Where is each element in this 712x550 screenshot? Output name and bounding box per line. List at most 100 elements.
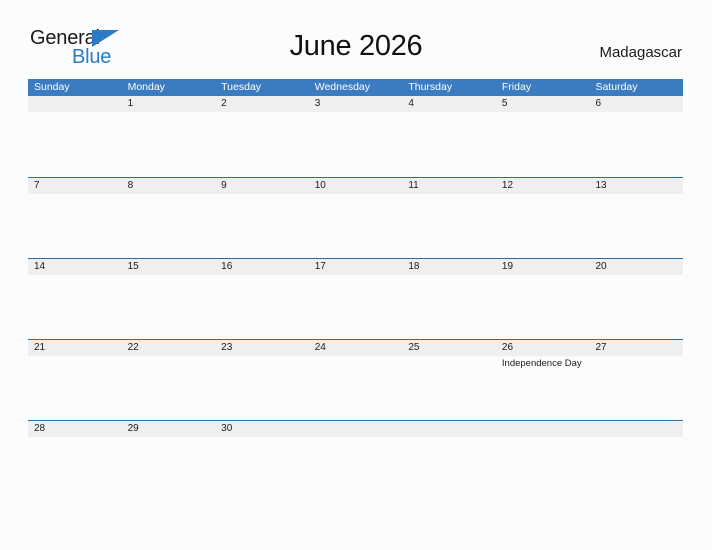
day-number[interactable]: 21 (28, 340, 122, 356)
week-date-band: 1 2 3 4 5 6 (28, 96, 683, 112)
weekday-header-thursday: Thursday (408, 81, 453, 93)
day-events[interactable] (589, 194, 683, 257)
day-number[interactable]: 13 (589, 178, 683, 194)
calendar-grid: Sunday Monday Tuesday Wednesday Thursday… (28, 79, 683, 501)
day-number[interactable] (28, 96, 122, 112)
day-number[interactable]: 4 (402, 96, 496, 112)
weekday-header-wednesday: Wednesday (314, 81, 370, 93)
day-number[interactable]: 23 (215, 340, 309, 356)
week-event-band (28, 194, 683, 257)
day-number[interactable]: 3 (309, 96, 403, 112)
day-events[interactable] (589, 437, 683, 500)
day-events[interactable] (309, 194, 403, 257)
day-number[interactable] (402, 421, 496, 437)
day-events[interactable] (496, 112, 590, 175)
day-number[interactable]: 9 (215, 178, 309, 194)
week-date-band: 14 15 16 17 18 19 20 (28, 259, 683, 275)
page-header: General Blue June 2026 Madagascar (0, 0, 712, 67)
weekday-header-row: Sunday Monday Tuesday Wednesday Thursday… (28, 79, 683, 96)
weekday-header-tuesday: Tuesday (221, 81, 262, 93)
day-events[interactable] (28, 356, 122, 419)
day-events[interactable] (309, 356, 403, 419)
day-number[interactable]: 12 (496, 178, 590, 194)
day-number[interactable]: 27 (589, 340, 683, 356)
week-event-band (28, 275, 683, 338)
day-events[interactable] (589, 356, 683, 419)
day-events[interactable] (402, 275, 496, 338)
day-events[interactable] (122, 437, 216, 500)
day-number[interactable]: 26 (496, 340, 590, 356)
day-events[interactable] (496, 437, 590, 500)
logo-text-blue: Blue (72, 46, 112, 68)
day-number[interactable]: 28 (28, 421, 122, 437)
day-number[interactable] (309, 421, 403, 437)
day-events[interactable] (28, 275, 122, 338)
weekday-header-friday: Friday (501, 81, 532, 93)
week-row: 1 2 3 4 5 6 (28, 96, 683, 177)
day-events[interactable] (402, 112, 496, 175)
day-number[interactable] (496, 421, 590, 437)
week-date-band: 28 29 30 (28, 421, 683, 437)
day-number[interactable]: 14 (28, 259, 122, 275)
day-events[interactable] (309, 275, 403, 338)
day-number[interactable]: 19 (496, 259, 590, 275)
day-events[interactable] (402, 356, 496, 419)
day-event-label: Independence Day (501, 358, 582, 369)
week-event-band: Independence Day (28, 356, 683, 419)
day-number[interactable]: 5 (496, 96, 590, 112)
day-events[interactable] (122, 194, 216, 257)
logo-text-general: General (30, 27, 100, 49)
week-event-band (28, 437, 683, 500)
day-number[interactable]: 11 (402, 178, 496, 194)
day-events[interactable] (28, 112, 122, 175)
weekday-header-saturday: Saturday (595, 81, 638, 93)
day-number[interactable]: 24 (309, 340, 403, 356)
day-number[interactable]: 25 (402, 340, 496, 356)
day-number[interactable]: 22 (122, 340, 216, 356)
day-number[interactable]: 8 (122, 178, 216, 194)
day-events[interactable] (215, 112, 309, 175)
week-event-band (28, 112, 683, 175)
day-events[interactable] (122, 112, 216, 175)
day-events[interactable] (28, 437, 122, 500)
day-number[interactable]: 30 (215, 421, 309, 437)
day-number[interactable]: 1 (122, 96, 216, 112)
day-events[interactable] (496, 194, 590, 257)
day-events[interactable] (215, 194, 309, 257)
day-number[interactable]: 29 (122, 421, 216, 437)
day-events[interactable] (309, 112, 403, 175)
day-events[interactable] (402, 437, 496, 500)
day-events[interactable] (215, 437, 309, 500)
day-events[interactable] (122, 356, 216, 419)
day-events[interactable] (215, 356, 309, 419)
day-number[interactable]: 2 (215, 96, 309, 112)
generalblue-logo[interactable]: General Blue (30, 28, 150, 72)
week-row: 7 8 9 10 11 12 13 (28, 177, 683, 258)
blue-triangle-icon (92, 30, 119, 47)
day-events[interactable] (589, 275, 683, 338)
day-events[interactable] (28, 194, 122, 257)
day-number[interactable]: 10 (309, 178, 403, 194)
day-number[interactable]: 7 (28, 178, 122, 194)
day-number[interactable]: 16 (215, 259, 309, 275)
day-events[interactable] (589, 112, 683, 175)
day-number[interactable]: 20 (589, 259, 683, 275)
weekday-header-monday: Monday (127, 81, 165, 93)
week-row: 14 15 16 17 18 19 20 (28, 258, 683, 339)
day-number[interactable]: 18 (402, 259, 496, 275)
day-events[interactable] (402, 194, 496, 257)
day-events[interactable] (496, 275, 590, 338)
day-number[interactable]: 6 (589, 96, 683, 112)
day-number[interactable]: 15 (122, 259, 216, 275)
day-events[interactable] (215, 275, 309, 338)
week-date-band: 21 22 23 24 25 26 27 (28, 340, 683, 356)
day-events[interactable]: Independence Day (496, 356, 590, 419)
day-number[interactable]: 17 (309, 259, 403, 275)
day-events[interactable] (309, 437, 403, 500)
day-number[interactable] (589, 421, 683, 437)
week-row: 21 22 23 24 25 26 27 Independence Day (28, 339, 683, 420)
day-events[interactable] (122, 275, 216, 338)
week-row: 28 29 30 (28, 420, 683, 501)
weekday-header-sunday: Sunday (34, 81, 70, 93)
week-date-band: 7 8 9 10 11 12 13 (28, 178, 683, 194)
